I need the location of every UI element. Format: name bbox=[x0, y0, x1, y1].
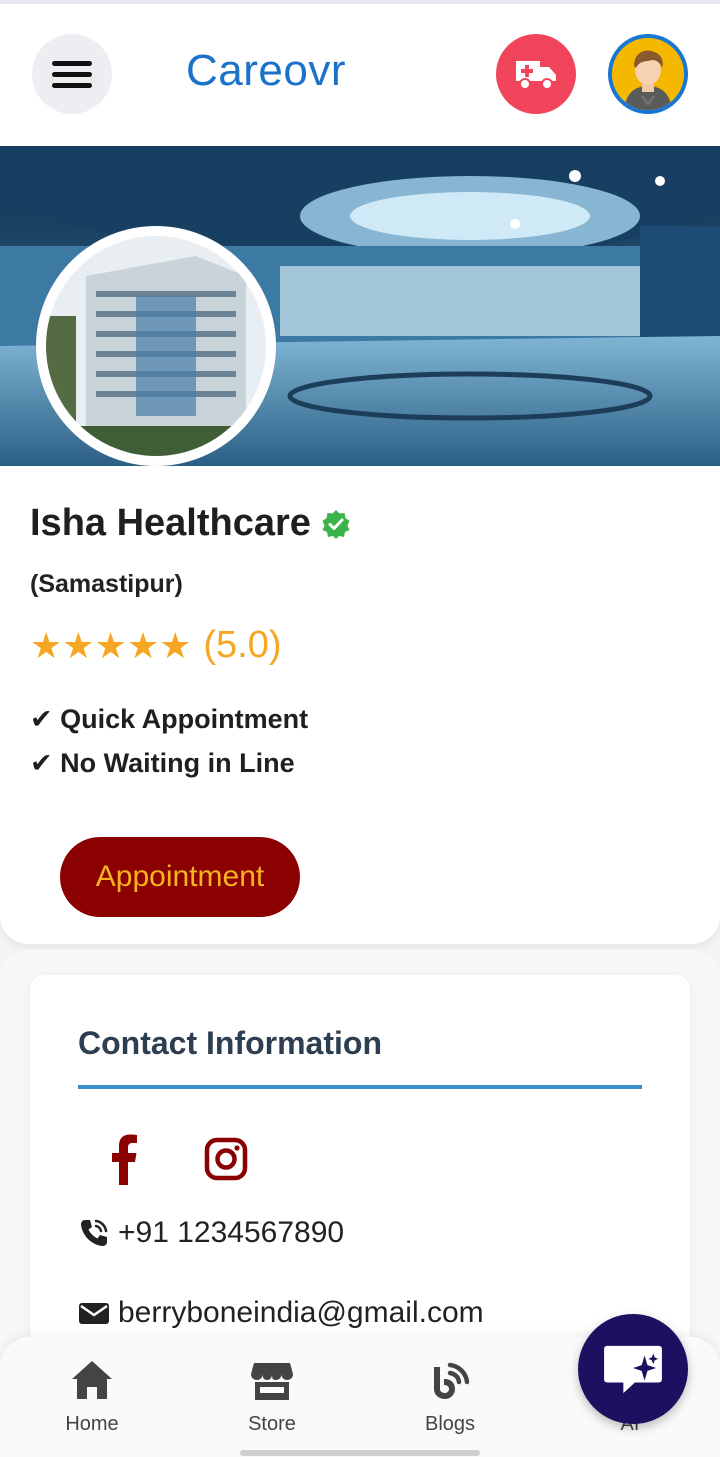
person-icon bbox=[612, 38, 684, 110]
hospital-name: Isha Healthcare bbox=[30, 502, 311, 544]
nav-blogs[interactable]: Blogs bbox=[390, 1357, 510, 1436]
nav-home-label: Home bbox=[65, 1413, 119, 1435]
store-icon bbox=[251, 1363, 293, 1400]
brand-title[interactable]: Careovr bbox=[186, 46, 346, 96]
hospital-building-image bbox=[46, 236, 266, 456]
nav-blogs-label: Blogs bbox=[424, 1413, 476, 1435]
hospital-logo bbox=[36, 226, 276, 466]
rating-stars: ★★★★★ bbox=[30, 624, 192, 666]
profile-card: Isha Healthcare (Samastipur) ★★★★★ (5.0)… bbox=[0, 466, 720, 944]
feature-no-waiting: ✔ No Waiting in Line bbox=[30, 748, 295, 778]
phone-icon bbox=[81, 1219, 108, 1246]
rating: ★★★★★ (5.0) bbox=[30, 624, 282, 667]
feature-quick-appointment: ✔ Quick Appointment bbox=[30, 704, 309, 734]
user-avatar[interactable] bbox=[608, 34, 688, 114]
contact-title: Contact Information bbox=[78, 1025, 382, 1061]
appointment-button[interactable]: Appointment bbox=[60, 837, 300, 917]
rating-value: (5.0) bbox=[203, 624, 282, 666]
nav-store[interactable]: Store bbox=[212, 1357, 332, 1436]
ambulance-icon bbox=[516, 61, 556, 90]
phone-row[interactable]: +91 1234567890 bbox=[78, 1216, 344, 1250]
phone-number: +91 1234567890 bbox=[118, 1216, 345, 1249]
contact-divider bbox=[78, 1085, 642, 1089]
email-address: berryboneindia@gmail.com bbox=[118, 1296, 484, 1329]
envelope-icon bbox=[79, 1303, 109, 1324]
name-row: Isha Healthcare bbox=[30, 502, 351, 545]
nav-store-label: Store bbox=[248, 1413, 296, 1435]
home-icon bbox=[72, 1361, 112, 1399]
hamburger-icon bbox=[52, 61, 92, 88]
ai-chat-icon bbox=[604, 1345, 662, 1394]
hospital-location: (Samastipur) bbox=[30, 570, 183, 598]
ambulance-button[interactable] bbox=[496, 34, 576, 114]
menu-button[interactable] bbox=[32, 34, 112, 114]
instagram-icon[interactable] bbox=[204, 1137, 248, 1181]
blog-icon bbox=[434, 1362, 470, 1399]
nav-home[interactable]: Home bbox=[32, 1357, 152, 1436]
facebook-icon[interactable] bbox=[102, 1133, 142, 1185]
gesture-bar bbox=[240, 1450, 480, 1456]
verified-icon bbox=[322, 509, 350, 539]
email-row[interactable]: berryboneindia@gmail.com bbox=[78, 1296, 484, 1330]
app-header: Careovr bbox=[0, 4, 720, 146]
chat-assistant-button[interactable] bbox=[578, 1314, 688, 1424]
